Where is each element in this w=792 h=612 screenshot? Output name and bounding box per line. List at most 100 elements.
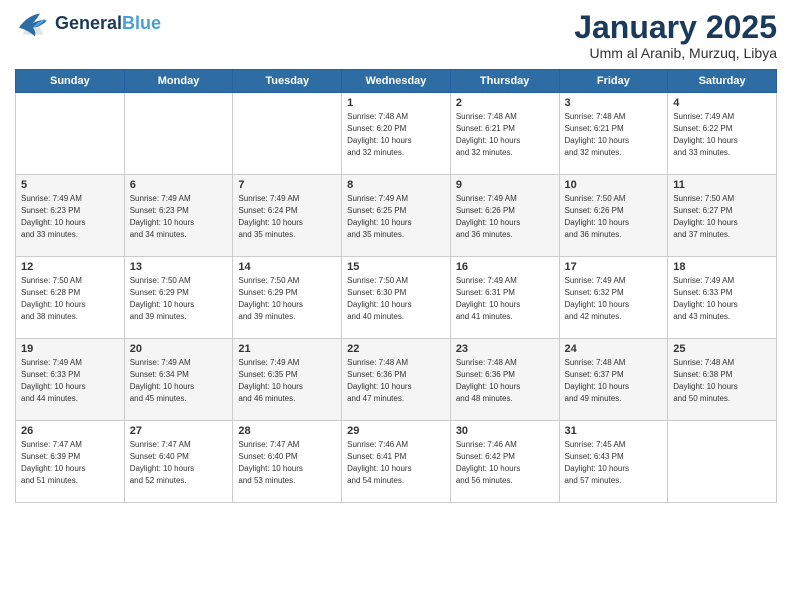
calendar-cell-w2-d2: 6 Sunrise: 7:49 AM Sunset: 6:23 PM Daylig… bbox=[124, 175, 233, 257]
day-info: Sunrise: 7:49 AM Sunset: 6:22 PM Dayligh… bbox=[673, 111, 771, 159]
col-friday: Friday bbox=[559, 70, 668, 93]
day-info: Sunrise: 7:46 AM Sunset: 6:42 PM Dayligh… bbox=[456, 439, 554, 487]
calendar-cell-w3-d3: 14Sunrise: 7:50 AM Sunset: 6:29 PM Dayli… bbox=[233, 257, 342, 339]
day-number: 20 bbox=[130, 343, 228, 355]
calendar-cell-w4-d2: 20 Sunrise: 7:49 AM Sunset: 6:34 PM Dayli… bbox=[124, 339, 233, 421]
calendar-cell-w2-d4: 8Sunrise: 7:49 AM Sunset: 6:25 PM Daylig… bbox=[342, 175, 451, 257]
day-number: 4 bbox=[673, 97, 771, 109]
day-info: Sunrise: 7:48 AM Sunset: 6:21 PM Dayligh… bbox=[456, 111, 554, 159]
day-number: 12 bbox=[21, 261, 119, 273]
day-number: 30 bbox=[456, 425, 554, 437]
calendar-cell-w2-d3: 7 Sunrise: 7:49 AM Sunset: 6:24 PM Daylig… bbox=[233, 175, 342, 257]
day-info: Sunrise: 7:49 AM Sunset: 6:24 PM Dayligh… bbox=[238, 193, 336, 241]
col-saturday: Saturday bbox=[668, 70, 777, 93]
calendar-cell-w5-d3: 28Sunrise: 7:47 AM Sunset: 6:40 PM Dayli… bbox=[233, 421, 342, 503]
header: GeneralBlue January 2025 Umm al Aranib, … bbox=[15, 10, 777, 61]
calendar-cell-w5-d4: 29 Sunrise: 7:46 AM Sunset: 6:41 PM Dayli… bbox=[342, 421, 451, 503]
day-number: 5 bbox=[21, 179, 119, 191]
day-info: Sunrise: 7:45 AM Sunset: 6:43 PM Dayligh… bbox=[565, 439, 663, 487]
day-number: 10 bbox=[565, 179, 663, 191]
week-row-4: 19Sunrise: 7:49 AM Sunset: 6:33 PM Dayli… bbox=[16, 339, 777, 421]
calendar-cell-w4-d5: 23Sunrise: 7:48 AM Sunset: 6:36 PM Dayli… bbox=[450, 339, 559, 421]
day-info: Sunrise: 7:48 AM Sunset: 6:36 PM Dayligh… bbox=[347, 357, 445, 405]
day-info: Sunrise: 7:49 AM Sunset: 6:26 PM Dayligh… bbox=[456, 193, 554, 241]
logo-general: General bbox=[55, 13, 122, 33]
day-info: Sunrise: 7:49 AM Sunset: 6:33 PM Dayligh… bbox=[673, 275, 771, 323]
calendar-cell-w1-d3 bbox=[233, 93, 342, 175]
calendar-table: Sunday Monday Tuesday Wednesday Thursday… bbox=[15, 69, 777, 503]
calendar-cell-w5-d2: 27 Sunrise: 7:47 AM Sunset: 6:40 PM Dayli… bbox=[124, 421, 233, 503]
calendar-cell-w4-d3: 21Sunrise: 7:49 AM Sunset: 6:35 PM Dayli… bbox=[233, 339, 342, 421]
day-number: 27 bbox=[130, 425, 228, 437]
calendar-cell-w4-d4: 22Sunrise: 7:48 AM Sunset: 6:36 PM Dayli… bbox=[342, 339, 451, 421]
day-info: Sunrise: 7:49 AM Sunset: 6:23 PM Dayligh… bbox=[130, 193, 228, 241]
calendar-cell-w1-d6: 3 Sunrise: 7:48 AM Sunset: 6:21 PM Daylig… bbox=[559, 93, 668, 175]
day-info: Sunrise: 7:47 AM Sunset: 6:39 PM Dayligh… bbox=[21, 439, 119, 487]
calendar-cell-w1-d7: 4 Sunrise: 7:49 AM Sunset: 6:22 PM Daylig… bbox=[668, 93, 777, 175]
calendar-cell-w1-d5: 2 Sunrise: 7:48 AM Sunset: 6:21 PM Daylig… bbox=[450, 93, 559, 175]
day-info: Sunrise: 7:50 AM Sunset: 6:29 PM Dayligh… bbox=[130, 275, 228, 323]
day-number: 24 bbox=[565, 343, 663, 355]
col-monday: Monday bbox=[124, 70, 233, 93]
calendar-cell-w2-d5: 9Sunrise: 7:49 AM Sunset: 6:26 PM Daylig… bbox=[450, 175, 559, 257]
day-number: 26 bbox=[21, 425, 119, 437]
col-tuesday: Tuesday bbox=[233, 70, 342, 93]
logo-text: GeneralBlue bbox=[55, 14, 161, 34]
calendar-cell-w3-d5: 16Sunrise: 7:49 AM Sunset: 6:31 PM Dayli… bbox=[450, 257, 559, 339]
calendar-cell-w2-d1: 5Sunrise: 7:49 AM Sunset: 6:23 PM Daylig… bbox=[16, 175, 125, 257]
location: Umm al Aranib, Murzuq, Libya bbox=[574, 45, 777, 61]
day-number: 11 bbox=[673, 179, 771, 191]
week-row-1: 1Sunrise: 7:48 AM Sunset: 6:20 PM Daylig… bbox=[16, 93, 777, 175]
col-sunday: Sunday bbox=[16, 70, 125, 93]
day-number: 7 bbox=[238, 179, 336, 191]
calendar-cell-w1-d4: 1Sunrise: 7:48 AM Sunset: 6:20 PM Daylig… bbox=[342, 93, 451, 175]
calendar-cell-w3-d7: 18 Sunrise: 7:49 AM Sunset: 6:33 PM Dayli… bbox=[668, 257, 777, 339]
week-row-2: 5 Sunrise: 7:49 AM Sunset: 6:23 PM Daylig… bbox=[16, 175, 777, 257]
day-number: 6 bbox=[130, 179, 228, 191]
day-info: Sunrise: 7:50 AM Sunset: 6:29 PM Dayligh… bbox=[238, 275, 336, 323]
calendar-cell-w1-d2 bbox=[124, 93, 233, 175]
day-info: Sunrise: 7:48 AM Sunset: 6:20 PM Dayligh… bbox=[347, 111, 445, 159]
day-number: 25 bbox=[673, 343, 771, 355]
calendar-cell-w3-d6: 17 Sunrise: 7:49 AM Sunset: 6:32 PM Dayli… bbox=[559, 257, 668, 339]
logo: GeneralBlue bbox=[15, 10, 161, 38]
day-info: Sunrise: 7:50 AM Sunset: 6:26 PM Dayligh… bbox=[565, 193, 663, 241]
day-number: 3 bbox=[565, 97, 663, 109]
calendar-cell-w4-d7: 25 Sunrise: 7:48 AM Sunset: 6:38 PM Dayli… bbox=[668, 339, 777, 421]
day-info: Sunrise: 7:49 AM Sunset: 6:31 PM Dayligh… bbox=[456, 275, 554, 323]
logo-blue: Blue bbox=[122, 13, 161, 33]
calendar-cell-w2-d7: 11 Sunrise: 7:50 AM Sunset: 6:27 PM Dayli… bbox=[668, 175, 777, 257]
page: GeneralBlue January 2025 Umm al Aranib, … bbox=[0, 0, 792, 612]
col-wednesday: Wednesday bbox=[342, 70, 451, 93]
week-row-3: 12 Sunrise: 7:50 AM Sunset: 6:28 PM Dayli… bbox=[16, 257, 777, 339]
day-info: Sunrise: 7:50 AM Sunset: 6:28 PM Dayligh… bbox=[21, 275, 119, 323]
calendar-cell-w3-d2: 13 Sunrise: 7:50 AM Sunset: 6:29 PM Dayli… bbox=[124, 257, 233, 339]
calendar-cell-w3-d4: 15 Sunrise: 7:50 AM Sunset: 6:30 PM Dayli… bbox=[342, 257, 451, 339]
day-info: Sunrise: 7:49 AM Sunset: 6:32 PM Dayligh… bbox=[565, 275, 663, 323]
col-thursday: Thursday bbox=[450, 70, 559, 93]
day-info: Sunrise: 7:49 AM Sunset: 6:33 PM Dayligh… bbox=[21, 357, 119, 405]
day-info: Sunrise: 7:50 AM Sunset: 6:30 PM Dayligh… bbox=[347, 275, 445, 323]
day-number: 15 bbox=[347, 261, 445, 273]
calendar-cell-w2-d6: 10 Sunrise: 7:50 AM Sunset: 6:26 PM Dayli… bbox=[559, 175, 668, 257]
day-info: Sunrise: 7:46 AM Sunset: 6:41 PM Dayligh… bbox=[347, 439, 445, 487]
day-number: 29 bbox=[347, 425, 445, 437]
calendar-cell-w3-d1: 12 Sunrise: 7:50 AM Sunset: 6:28 PM Dayli… bbox=[16, 257, 125, 339]
logo-icon bbox=[15, 10, 51, 38]
day-info: Sunrise: 7:48 AM Sunset: 6:21 PM Dayligh… bbox=[565, 111, 663, 159]
day-number: 17 bbox=[565, 261, 663, 273]
title-section: January 2025 Umm al Aranib, Murzuq, Liby… bbox=[574, 10, 777, 61]
calendar-header-row: Sunday Monday Tuesday Wednesday Thursday… bbox=[16, 70, 777, 93]
day-number: 2 bbox=[456, 97, 554, 109]
day-info: Sunrise: 7:47 AM Sunset: 6:40 PM Dayligh… bbox=[130, 439, 228, 487]
day-info: Sunrise: 7:48 AM Sunset: 6:36 PM Dayligh… bbox=[456, 357, 554, 405]
day-info: Sunrise: 7:48 AM Sunset: 6:38 PM Dayligh… bbox=[673, 357, 771, 405]
day-info: Sunrise: 7:50 AM Sunset: 6:27 PM Dayligh… bbox=[673, 193, 771, 241]
day-number: 18 bbox=[673, 261, 771, 273]
calendar-cell-w5-d1: 26 Sunrise: 7:47 AM Sunset: 6:39 PM Dayli… bbox=[16, 421, 125, 503]
day-number: 8 bbox=[347, 179, 445, 191]
day-number: 13 bbox=[130, 261, 228, 273]
day-info: Sunrise: 7:49 AM Sunset: 6:34 PM Dayligh… bbox=[130, 357, 228, 405]
month-title: January 2025 bbox=[574, 10, 777, 45]
day-info: Sunrise: 7:49 AM Sunset: 6:35 PM Dayligh… bbox=[238, 357, 336, 405]
